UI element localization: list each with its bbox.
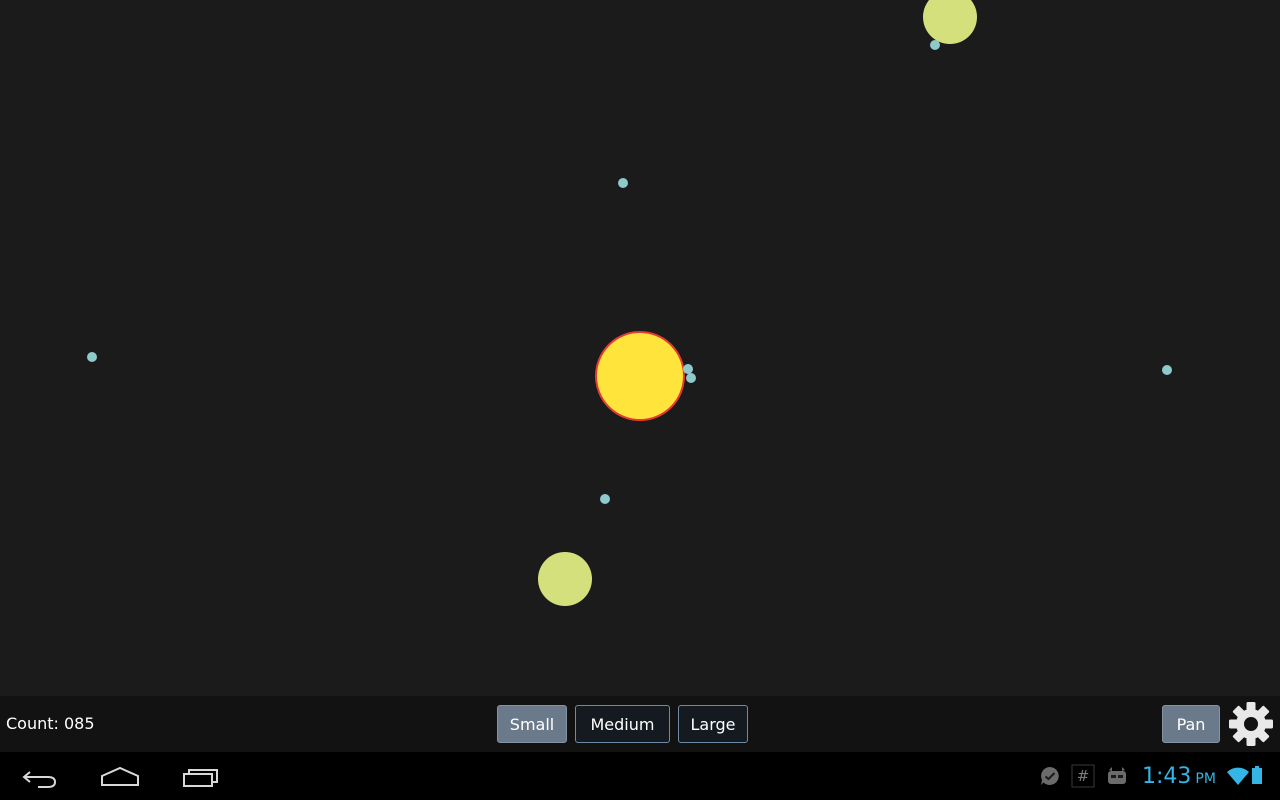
wifi-icon: [1226, 764, 1250, 788]
bottom-toolbar: Count: 085 Small Medium Large Pan: [0, 696, 1280, 752]
planet-body[interactable]: [923, 0, 977, 44]
particle: [683, 364, 693, 374]
hash-notification-icon[interactable]: #: [1071, 764, 1095, 788]
android-debug-icon[interactable]: [1105, 764, 1129, 788]
clock-ampm: PM: [1195, 771, 1216, 787]
particle: [686, 373, 696, 383]
sun-body[interactable]: [595, 331, 685, 421]
recent-apps-icon[interactable]: [168, 752, 232, 800]
pan-button[interactable]: Pan: [1162, 705, 1220, 743]
particle: [1162, 365, 1172, 375]
particle: [87, 352, 97, 362]
system-navigation-bar: # 1:43 PM: [0, 752, 1280, 800]
count-label: Count: 085: [6, 714, 95, 733]
gear-icon[interactable]: [1227, 700, 1275, 748]
back-icon[interactable]: [8, 752, 72, 800]
status-clock: 1:43 PM: [1142, 752, 1216, 800]
particle: [930, 40, 940, 50]
size-small-button[interactable]: Small: [497, 705, 567, 743]
particle: [618, 178, 628, 188]
size-large-button[interactable]: Large: [678, 705, 748, 743]
simulation-drawing: [87, 0, 1172, 606]
svg-text:#: #: [1077, 767, 1090, 785]
app-screen: Count: 085 Small Medium Large Pan # 1:43…: [0, 0, 1280, 800]
home-icon[interactable]: [88, 752, 152, 800]
chat-notification-icon[interactable]: [1038, 764, 1062, 788]
battery-icon: [1251, 764, 1263, 788]
simulation-canvas[interactable]: [0, 0, 1280, 696]
clock-time: 1:43: [1142, 764, 1192, 789]
particle: [600, 494, 610, 504]
planet-body[interactable]: [538, 552, 592, 606]
size-medium-button[interactable]: Medium: [575, 705, 670, 743]
